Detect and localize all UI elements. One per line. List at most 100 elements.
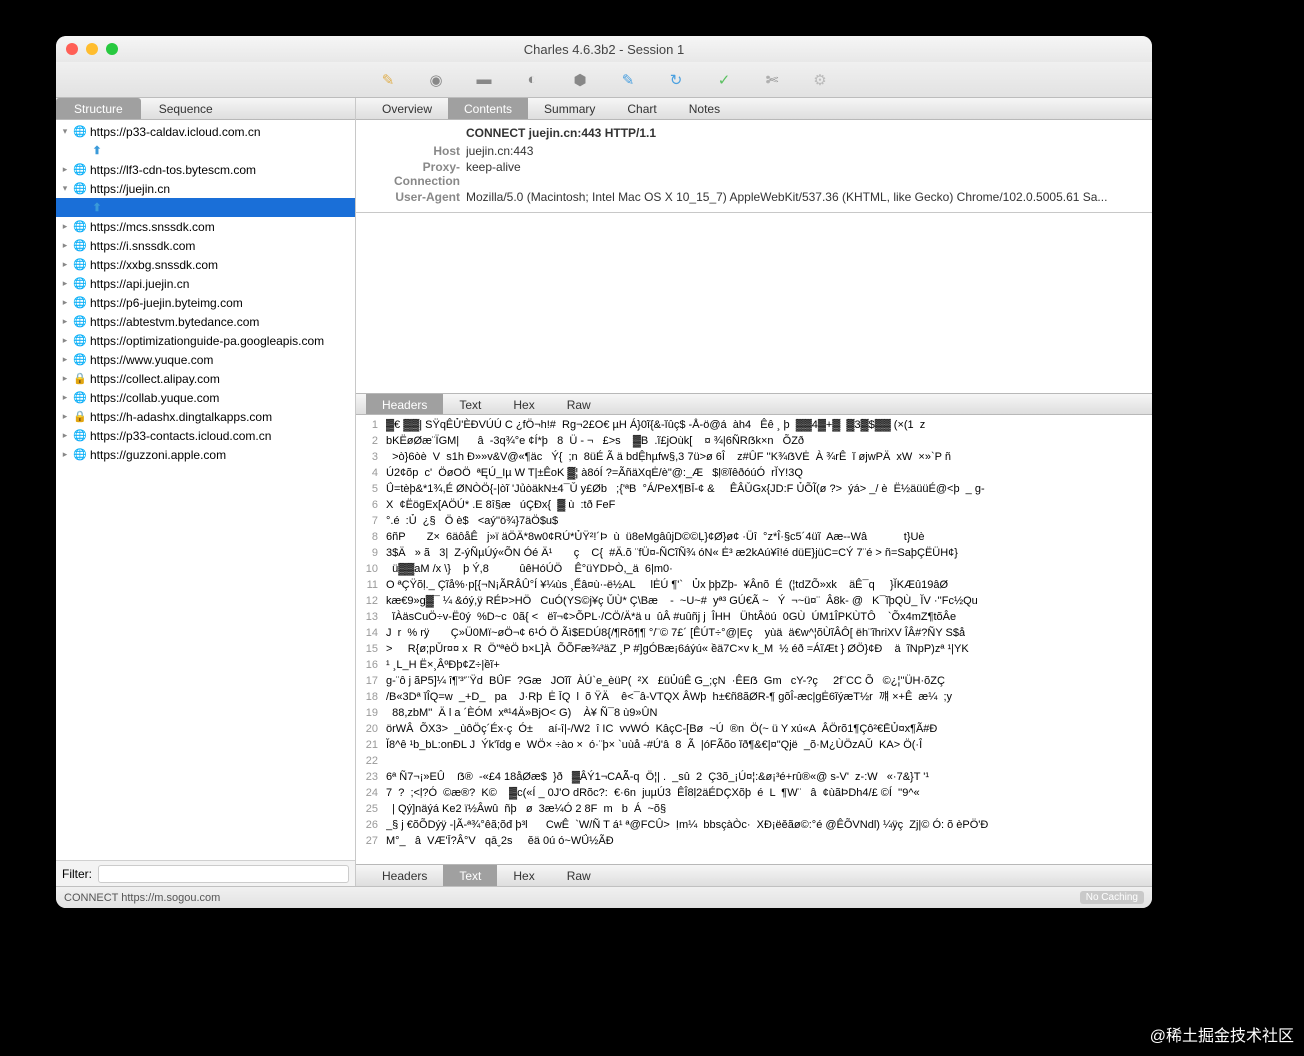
rtab-headers[interactable]: Headers [366, 394, 443, 414]
tab-notes[interactable]: Notes [673, 98, 736, 119]
host-row[interactable]: ▾🌐https://p33-caldav.icloud.com.cn [56, 122, 355, 141]
disclosure-icon[interactable]: ▸ [60, 392, 70, 403]
disclosure-icon[interactable]: ▸ [60, 316, 70, 327]
host-row[interactable]: ▸🔒https://h-adashx.dingtalkapps.com [56, 407, 355, 426]
host-row[interactable]: ▸🌐https://optimizationguide-pa.googleapi… [56, 331, 355, 350]
globe-icon: 🌐 [73, 258, 87, 272]
disclosure-icon[interactable]: ▸ [60, 259, 70, 270]
btab-hex[interactable]: Hex [497, 865, 550, 886]
body-view[interactable]: 1▓€ ▓▓| SŸqÊỦ'ÈĐVÚÚ C ¿fÖ¬h!# Rg¬2£O€ µH… [356, 415, 1152, 864]
host-row[interactable]: ▸🌐https://xxbg.snssdk.com [56, 255, 355, 274]
globe-icon: 🌐 [73, 163, 87, 177]
tab-contents[interactable]: Contents [448, 98, 528, 119]
disclosure-icon[interactable]: ▸ [60, 221, 70, 232]
host-label: https://collab.yuque.com [90, 391, 219, 405]
disclosure-icon[interactable]: ▸ [60, 164, 70, 175]
line-number: 27 [356, 833, 386, 849]
disclosure-icon[interactable]: ▸ [60, 335, 70, 346]
body-line: 21Ĭ8^ê ¹b_bL:onÐL J Ýk'ĭdg e WÖ× ÷ào × ó… [356, 737, 1152, 753]
tab-structure[interactable]: Structure [56, 98, 141, 119]
disclosure-icon[interactable]: ▸ [60, 430, 70, 441]
host-row[interactable]: ▸🌐https://abtestvm.bytedance.com [56, 312, 355, 331]
tab-chart[interactable]: Chart [611, 98, 672, 119]
toolbar: ✎ ◉ ▬ ◐ ⬢ ✎ ↻ ✓ ✄ ⚙ [56, 62, 1152, 98]
record-icon[interactable]: ◉ [426, 70, 446, 90]
tab-sequence[interactable]: Sequence [141, 98, 231, 119]
disclosure-icon[interactable]: ▸ [60, 411, 70, 422]
host-row[interactable]: ▸🔒https://collect.alipay.com [56, 369, 355, 388]
filter-label: Filter: [62, 867, 92, 881]
host-row[interactable]: ▸🌐https://api.juejin.cn [56, 274, 355, 293]
host-child-row[interactable]: ⬆ [56, 198, 355, 217]
breakpoint-icon[interactable]: ⬢ [570, 70, 590, 90]
disclosure-icon[interactable]: ▸ [60, 278, 70, 289]
rtab-hex[interactable]: Hex [497, 394, 550, 414]
body-line: 12kæ€9»g▓¯ ¼ &óý,ÿ RÉÞ>HÖ CuÓ(YS©j¥ç ǓÙ*… [356, 593, 1152, 609]
turtle-icon[interactable]: ◐ [522, 70, 542, 90]
disclosure-icon[interactable]: ▸ [60, 373, 70, 384]
tab-summary[interactable]: Summary [528, 98, 611, 119]
disclosure-icon[interactable]: ▸ [60, 297, 70, 308]
host-row[interactable]: ▸🌐https://collab.yuque.com [56, 388, 355, 407]
line-text: bKËøØæ¨ÏGM| â -3q¾°e ¢Í*þ 8 Ü - ¬ £>s ▓B… [386, 433, 804, 449]
host-tree[interactable]: ▾🌐https://p33-caldav.icloud.com.cn⬆▸🌐htt… [56, 120, 355, 860]
line-number: 16 [356, 657, 386, 673]
line-number: 21 [356, 737, 386, 753]
host-row[interactable]: ▸🌐https://i.snssdk.com [56, 236, 355, 255]
line-number: 20 [356, 721, 386, 737]
caching-badge: No Caching [1080, 891, 1144, 904]
filter-input[interactable] [98, 865, 349, 883]
host-row[interactable]: ▸🌐https://p6-juejin.byteimg.com [56, 293, 355, 312]
disclosure-icon[interactable]: ▸ [60, 449, 70, 460]
disclosure-icon[interactable]: ▸ [60, 354, 70, 365]
disclosure-icon[interactable]: ▾ [60, 126, 70, 137]
line-number: 13 [356, 609, 386, 625]
host-row[interactable]: ▸🌐https://mcs.snssdk.com [56, 217, 355, 236]
repeat-icon[interactable]: ↻ [666, 70, 686, 90]
tab-overview[interactable]: Overview [366, 98, 448, 119]
host-row[interactable]: ▸🌐https://www.yuque.com [56, 350, 355, 369]
slow-icon[interactable]: ▬ [474, 70, 494, 90]
host-row[interactable]: ▸🌐https://guzzoni.apple.com [56, 445, 355, 464]
host-row[interactable]: ▾🌐https://juejin.cn [56, 179, 355, 198]
header-value: keep-alive [466, 160, 1142, 188]
upload-icon: ⬆ [90, 201, 104, 215]
body-line: 7°.é :Ủ ¿§ Ö è$ <aý''ö¾}7äÖ$u$ [356, 513, 1152, 529]
rtab-text[interactable]: Text [443, 394, 497, 414]
compose-icon[interactable]: ✎ [618, 70, 638, 90]
line-text: kæ€9»g▓¯ ¼ &óý,ÿ RÉÞ>HÖ CuÓ(YS©j¥ç ǓÙ* Ç… [386, 593, 978, 609]
body-line: 14J r % rÿ Ç»Ü0Mï~øÖ¬¢ 6¹Ó Ö Ãì$EDÚ8{/¶R… [356, 625, 1152, 641]
body-line: 5Ǘ=tèþ&*1¾,É ØNÒÖ{-|òĩ 'JủòäkN±4¯Ǔ y£Øb … [356, 481, 1152, 497]
titlebar[interactable]: Charles 4.6.3b2 - Session 1 [56, 36, 1152, 62]
body-line: 2bKËøØæ¨ÏGM| â -3q¾°e ¢Í*þ 8 Ü - ¬ £>s ▓… [356, 433, 1152, 449]
rtab-raw[interactable]: Raw [551, 394, 607, 414]
tools-icon[interactable]: ✄ [762, 70, 782, 90]
body-line: 247 ? ;<ḷ?Ó ©æ®? K© ▓c(«Í _ 0J'O dRõc?: … [356, 785, 1152, 801]
line-text: Ú2¢õp c' ÖøOÖ ªĘÚ_Iµ W T|±ÊoK ▓¦ à8óÍ ?=… [386, 465, 803, 481]
line-number: 12 [356, 593, 386, 609]
header-row: Proxy-Connectionkeep-alive [366, 160, 1142, 188]
btab-headers[interactable]: Headers [366, 865, 443, 886]
validate-icon[interactable]: ✓ [714, 70, 734, 90]
disclosure-icon[interactable]: ▾ [60, 183, 70, 194]
filter-row: Filter: [56, 860, 355, 886]
body-line: 26_§ j €õÕDýÿ -|Ã-ª¾°êã;õđ þ³l CwÊ `W/Ñ … [356, 817, 1152, 833]
settings-icon[interactable]: ⚙ [810, 70, 830, 90]
request-panel: CONNECT juejin.cn:443 HTTP/1.1 Hostjueji… [356, 120, 1152, 213]
btab-raw[interactable]: Raw [551, 865, 607, 886]
content-tabs: Overview Contents Summary Chart Notes [356, 98, 1152, 120]
disclosure-icon[interactable]: ▸ [60, 240, 70, 251]
btab-text[interactable]: Text [443, 865, 497, 886]
line-text: J r % rÿ Ç»Ü0Mï~øÖ¬¢ 6¹Ó Ö Ãì$EDÚ8{/¶Rõ¶… [386, 625, 965, 641]
host-row[interactable]: ▸🌐https://lf3-cdn-tos.bytescm.com [56, 160, 355, 179]
line-text: > R{ø;pǓr¤¤ x R Ö"ªèÖ b×L]À ÕÕFæ¾³äZ ¸P … [386, 641, 969, 657]
line-number: 10 [356, 561, 386, 577]
line-text: O ªÇŸõḷ._ Çĩå%·p[{¬N¡ÃRÂÛ°Í ¥¼ùs ¸Ểâ¤ù·-… [386, 577, 948, 593]
body-line: 6X ¢ËögEx[AÖÚ* .E 8î§æ úÇÐx{ ▓ ù :tð FeF [356, 497, 1152, 513]
broom-icon[interactable]: ✎ [378, 70, 398, 90]
globe-icon: 🌐 [73, 296, 87, 310]
host-child-row[interactable]: ⬆ [56, 141, 355, 160]
status-text: CONNECT https://m.sogou.com [64, 892, 220, 904]
host-row[interactable]: ▸🌐https://p33-contacts.icloud.com.cn [56, 426, 355, 445]
body-line: 1▓€ ▓▓| SŸqÊỦ'ÈĐVÚÚ C ¿fÖ¬h!# Rg¬2£O€ µH… [356, 417, 1152, 433]
